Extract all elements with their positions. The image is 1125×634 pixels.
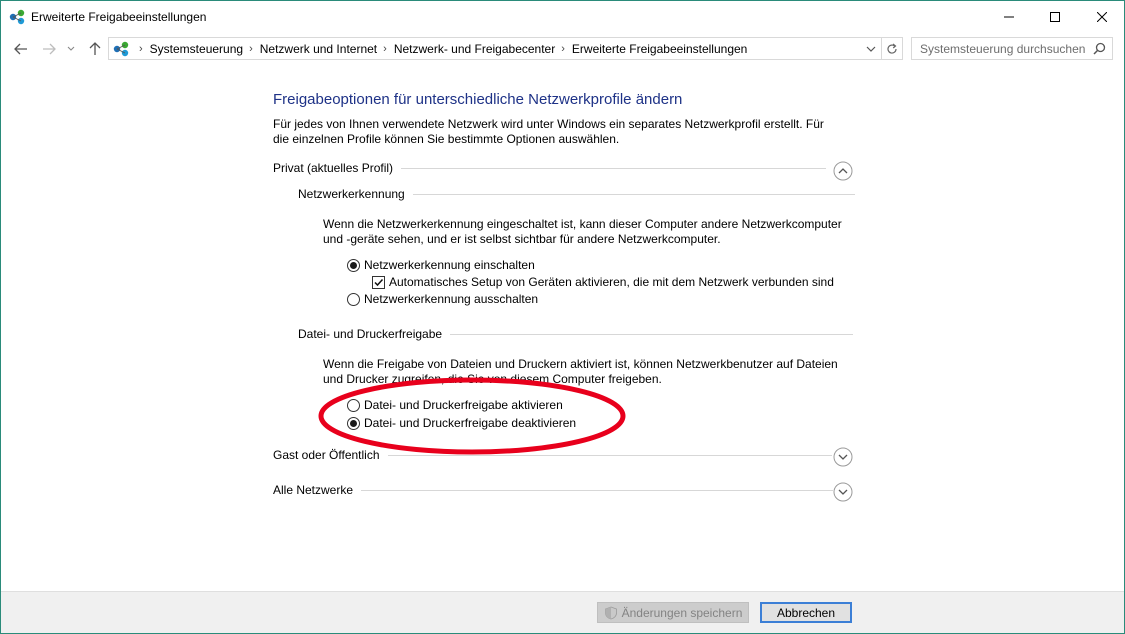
breadcrumb-separator[interactable]: › bbox=[249, 43, 253, 55]
chevron-down-icon[interactable] bbox=[865, 43, 877, 55]
window-title: Erweiterte Freigabeeinstellungen bbox=[31, 10, 207, 24]
option-label: Netzwerkerkennung ausschalten bbox=[364, 292, 539, 306]
main-content: Freigabeoptionen für unterschiedliche Ne… bbox=[1, 65, 1124, 591]
option-label: Netzwerkerkennung einschalten bbox=[364, 258, 535, 272]
window: Erweiterte Freigabeeinstellungen › Syste… bbox=[0, 0, 1125, 634]
checkbox-checked[interactable] bbox=[372, 275, 385, 289]
breadcrumb-item[interactable]: Systemsteuerung bbox=[150, 42, 243, 56]
section-all-networks[interactable]: Alle Netzwerke bbox=[273, 483, 834, 497]
section-guest-public[interactable]: Gast oder Öffentlich bbox=[273, 448, 832, 462]
minimize-icon bbox=[1004, 16, 1014, 17]
breadcrumb-item[interactable]: Erweiterte Freigabeeinstellungen bbox=[572, 42, 747, 56]
minimize-button[interactable] bbox=[986, 1, 1032, 32]
forward-button[interactable] bbox=[39, 39, 59, 59]
radio-button[interactable] bbox=[347, 398, 360, 412]
breadcrumb-separator[interactable]: › bbox=[139, 43, 143, 55]
breadcrumb: › Systemsteuerung › Netzwerk und Interne… bbox=[133, 42, 747, 56]
network-icon bbox=[113, 41, 129, 57]
refresh-button[interactable] bbox=[881, 37, 903, 60]
checkmark-icon bbox=[374, 278, 384, 286]
breadcrumb-separator[interactable]: › bbox=[561, 43, 565, 55]
page-title: Freigabeoptionen für unterschiedliche Ne… bbox=[273, 91, 683, 108]
forward-arrow-icon bbox=[43, 43, 56, 55]
checkbox-auto-setup[interactable]: Automatisches Setup von Geräten aktivier… bbox=[372, 275, 834, 289]
divider bbox=[450, 333, 854, 335]
maximize-icon bbox=[1050, 11, 1060, 22]
divider bbox=[412, 193, 855, 195]
address-bar[interactable]: › Systemsteuerung › Netzwerk und Interne… bbox=[108, 37, 882, 60]
back-arrow-icon bbox=[14, 43, 27, 55]
option-label: Datei- und Druckerfreigabe aktivieren bbox=[364, 398, 563, 412]
radio-sharing-off[interactable]: Datei- und Druckerfreigabe deaktivieren bbox=[347, 416, 576, 430]
section-label: Alle Netzwerke bbox=[273, 483, 354, 497]
footer: Änderungen speichern Abbrechen bbox=[1, 591, 1124, 633]
breadcrumb-item[interactable]: Netzwerk- und Freigabecenter bbox=[394, 42, 555, 56]
option-label: Datei- und Druckerfreigabe deaktivieren bbox=[364, 416, 577, 430]
close-icon bbox=[1097, 11, 1107, 22]
chevron-up-icon[interactable] bbox=[833, 161, 853, 181]
breadcrumb-separator[interactable]: › bbox=[383, 43, 387, 55]
recent-locations-button[interactable] bbox=[64, 39, 78, 59]
divider bbox=[361, 489, 834, 491]
subsection-label: Netzwerkerkennung bbox=[298, 187, 405, 201]
option-label: Automatisches Setup von Geräten aktivier… bbox=[389, 275, 834, 289]
navigation-bar: › Systemsteuerung › Netzwerk und Interne… bbox=[1, 35, 1124, 63]
button-label: Änderungen speichern bbox=[621, 605, 743, 620]
recent-dropdown-icon bbox=[67, 46, 75, 51]
title-bar: Erweiterte Freigabeeinstellungen bbox=[1, 1, 1124, 33]
radio-discovery-on[interactable]: Netzwerkerkennung einschalten bbox=[347, 258, 535, 272]
divider bbox=[387, 454, 832, 456]
subsection-file-printer-sharing: Datei- und Druckerfreigabe bbox=[298, 327, 854, 341]
up-button[interactable] bbox=[85, 39, 105, 59]
subsection-label: Datei- und Druckerfreigabe bbox=[298, 327, 443, 341]
breadcrumb-item[interactable]: Netzwerk und Internet bbox=[260, 42, 377, 56]
save-changes-button[interactable]: Änderungen speichern bbox=[597, 602, 749, 623]
network-icon bbox=[9, 9, 25, 25]
refresh-icon bbox=[886, 43, 897, 54]
search-input[interactable] bbox=[912, 38, 1092, 59]
chevron-down-icon[interactable] bbox=[833, 447, 853, 467]
discovery-description: Wenn die Netzwerkerkennung eingeschaltet… bbox=[323, 217, 842, 246]
section-private[interactable]: Privat (aktuelles Profil) bbox=[273, 161, 827, 175]
maximize-button[interactable] bbox=[1032, 1, 1078, 32]
up-arrow-icon bbox=[89, 42, 101, 55]
subsection-network-discovery: Netzwerkerkennung bbox=[298, 187, 855, 201]
divider bbox=[401, 167, 827, 169]
radio-button[interactable] bbox=[347, 292, 360, 306]
close-button[interactable] bbox=[1079, 1, 1124, 32]
back-button[interactable] bbox=[11, 39, 31, 59]
cancel-button[interactable]: Abbrechen bbox=[760, 602, 852, 623]
section-label: Gast oder Öffentlich bbox=[273, 448, 380, 462]
sharing-description: Wenn die Freigabe von Dateien und Drucke… bbox=[323, 357, 838, 386]
chevron-down-icon[interactable] bbox=[833, 482, 853, 502]
search-box[interactable] bbox=[911, 37, 1113, 60]
radio-sharing-on[interactable]: Datei- und Druckerfreigabe aktivieren bbox=[347, 398, 563, 412]
page-description: Für jedes von Ihnen verwendete Netzwerk … bbox=[273, 117, 824, 146]
section-label: Privat (aktuelles Profil) bbox=[273, 161, 394, 175]
radio-discovery-off[interactable]: Netzwerkerkennung ausschalten bbox=[347, 292, 538, 306]
search-icon[interactable] bbox=[1093, 42, 1106, 55]
uac-shield-icon bbox=[604, 606, 617, 619]
button-label: Abbrechen bbox=[776, 605, 836, 620]
radio-button-selected[interactable] bbox=[347, 416, 360, 430]
radio-button-selected[interactable] bbox=[347, 258, 360, 272]
